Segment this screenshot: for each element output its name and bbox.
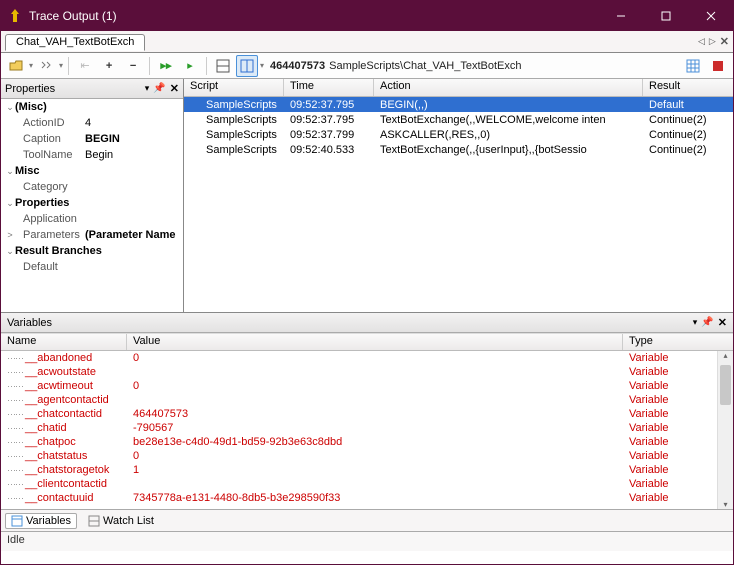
col-time[interactable]: Time (284, 79, 374, 96)
watch-icon (88, 515, 100, 527)
prop-row[interactable]: ToolNameBegin (1, 147, 183, 163)
trace-grid: Script Time Action Result SampleScripts0… (184, 79, 733, 312)
col-result[interactable]: Result (643, 79, 733, 96)
toolbar: ▾ ▾ ⇤ + − ▸▸ ▸ ▾ 464407573SampleScripts\… (1, 53, 733, 79)
variable-row[interactable]: ⋯⋯__agentcontactidVariable (1, 393, 733, 407)
layout2-button[interactable] (236, 55, 258, 77)
col-script[interactable]: Script (184, 79, 284, 96)
variable-row[interactable]: ⋯⋯__acwtimeout0Variable (1, 379, 733, 393)
variable-row[interactable]: ⋯⋯__chatstatus0Variable (1, 449, 733, 463)
remove-button[interactable]: − (122, 55, 144, 77)
titlebar: Trace Output (1) (1, 1, 733, 31)
variable-row[interactable]: ⋯⋯__clientcontactidVariable (1, 477, 733, 491)
col-name[interactable]: Name (1, 334, 127, 350)
variable-row[interactable]: ⋯⋯__chatpocbe28e13e-c4d0-49d1-bd59-92b3e… (1, 435, 733, 449)
trace-row[interactable]: SampleScripts09:52:37.799ASKCALLER(,RES,… (184, 127, 733, 142)
col-type[interactable]: Type (623, 334, 733, 350)
prop-group[interactable]: ⌄Result Branches (1, 243, 183, 259)
dropdown-icon[interactable]: ▾ (145, 83, 150, 94)
breadcrumb: 464407573SampleScripts\Chat_VAH_TextBotE… (270, 60, 521, 72)
trace-row[interactable]: SampleScripts09:52:40.533TextBotExchange… (184, 142, 733, 157)
pin-icon[interactable]: 📌 (701, 317, 713, 328)
scrollbar[interactable]: ▴ ▾ (717, 351, 733, 509)
variable-row[interactable]: ⋯⋯__contactuuid7345778a-e131-4480-8db5-b… (1, 491, 733, 505)
prop-row[interactable]: CaptionBEGIN (1, 131, 183, 147)
variable-row[interactable]: ⋯⋯__chatcontactid464407573Variable (1, 407, 733, 421)
maximize-button[interactable] (643, 1, 688, 31)
prop-row[interactable]: Category (1, 179, 183, 195)
col-value[interactable]: Value (127, 334, 623, 350)
variables-header: Variables ▾ 📌 ✕ (1, 313, 733, 333)
col-action[interactable]: Action (374, 79, 643, 96)
prop-row[interactable]: Application (1, 211, 183, 227)
prop-group[interactable]: ⌄(Misc) (1, 99, 183, 115)
status-bar: Idle (1, 531, 733, 551)
close-button[interactable] (688, 1, 733, 31)
grid-button[interactable] (682, 55, 704, 77)
prop-group[interactable]: ⌄Misc (1, 163, 183, 179)
variables-icon (11, 515, 23, 527)
trace-row[interactable]: SampleScripts09:52:37.795TextBotExchange… (184, 112, 733, 127)
minimize-button[interactable] (598, 1, 643, 31)
panel-close-icon[interactable]: ✕ (170, 82, 179, 95)
tab-next-icon[interactable]: ▷ (709, 36, 716, 47)
trace-row[interactable]: SampleScripts09:52:37.795BEGIN(,,)Defaul… (184, 97, 733, 112)
variable-row[interactable]: ⋯⋯__chatid-790567Variable (1, 421, 733, 435)
step-back-button[interactable]: ⇤ (74, 55, 96, 77)
window-title: Trace Output (1) (29, 9, 598, 23)
variable-row[interactable]: ⋯⋯__acwoutstateVariable (1, 365, 733, 379)
panel-close-icon[interactable]: ✕ (718, 316, 727, 329)
tools-button[interactable] (35, 55, 57, 77)
tab-variables[interactable]: Variables (5, 513, 77, 529)
prop-row[interactable]: ActionID4 (1, 115, 183, 131)
pin-icon[interactable]: 📌 (153, 83, 165, 94)
run-button[interactable]: ▸▸ (155, 55, 177, 77)
step-button[interactable]: ▸ (179, 55, 201, 77)
tab-prev-icon[interactable]: ◁ (698, 36, 705, 47)
bottom-tabs: Variables Watch List (1, 509, 733, 531)
variable-row[interactable]: ⋯⋯__abandoned0Variable (1, 351, 733, 365)
open-button[interactable] (5, 55, 27, 77)
trace-header: Script Time Action Result (184, 79, 733, 97)
app-icon (7, 8, 23, 24)
variables-body: ⋯⋯__abandoned0Variable⋯⋯__acwoutstateVar… (1, 351, 733, 509)
dropdown-icon[interactable]: ▾ (693, 317, 698, 328)
add-button[interactable]: + (98, 55, 120, 77)
prop-row[interactable]: >Parameters(Parameter Name (1, 227, 183, 243)
properties-panel: Properties ▾ 📌 ✕ ⌄(Misc)ActionID4Caption… (1, 79, 184, 312)
properties-header: Properties ▾ 📌 ✕ (1, 79, 183, 99)
document-tab[interactable]: Chat_VAH_TextBotExch (5, 34, 145, 51)
variable-row[interactable]: ⋯⋯__chatstoragetok1Variable (1, 463, 733, 477)
layout1-button[interactable] (212, 55, 234, 77)
tab-close-icon[interactable]: ✕ (720, 35, 729, 48)
document-tabs: Chat_VAH_TextBotExch ◁ ▷ ✕ (1, 31, 733, 53)
tab-watch[interactable]: Watch List (83, 514, 159, 528)
variables-columns: Name Value Type (1, 333, 733, 351)
record-button[interactable] (707, 55, 729, 77)
prop-group[interactable]: ⌄Properties (1, 195, 183, 211)
prop-row[interactable]: Default (1, 259, 183, 275)
